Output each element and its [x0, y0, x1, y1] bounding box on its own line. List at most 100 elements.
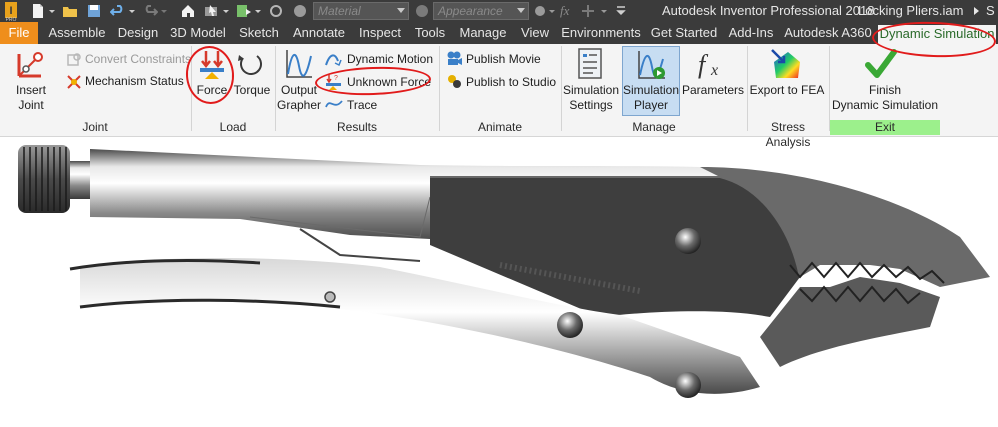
tab-autodesk-a360[interactable]: Autodesk A360: [782, 22, 874, 44]
simulation-settings-icon: [578, 48, 602, 79]
convert-constraints-button[interactable]: Convert Constraints: [85, 52, 191, 67]
torque-button[interactable]: Torque: [232, 83, 272, 98]
update-dropdown-icon[interactable]: [254, 3, 262, 19]
tab-environments[interactable]: Environments: [559, 22, 643, 44]
tab-view[interactable]: View: [517, 22, 553, 44]
dynamic-motion-icon: [325, 54, 342, 67]
svg-text:x: x: [710, 62, 718, 79]
undo-icon[interactable]: [110, 3, 126, 19]
joint-group-label: Joint: [82, 120, 108, 134]
tab-get-started[interactable]: Get Started: [648, 22, 720, 44]
inventor-logo-icon[interactable]: I PRO: [2, 0, 22, 22]
open-folder-icon[interactable]: [62, 3, 78, 19]
chevron-down-icon: [517, 8, 525, 13]
adjust-icon[interactable]: [532, 3, 548, 19]
tab-design[interactable]: Design: [114, 22, 162, 44]
sphere-icon[interactable]: [292, 3, 308, 19]
simulation-player-line-1: Simulation: [623, 83, 680, 97]
export-to-fea-button[interactable]: Export to FEA: [748, 83, 826, 98]
group-divider: [439, 46, 440, 131]
mechanism-status-icon: [67, 75, 81, 89]
output-grapher-icon: [286, 50, 312, 78]
tab-annotate[interactable]: Annotate: [288, 22, 350, 44]
title-arrow-icon[interactable]: [972, 3, 980, 19]
publish-movie-button[interactable]: Publish Movie: [466, 52, 541, 67]
update-icon[interactable]: [236, 3, 252, 19]
redo-icon[interactable]: [142, 3, 158, 19]
output-grapher-button[interactable]: Output Grapher: [276, 83, 322, 113]
ribbon-tab-bar: File Assemble Design 3D Model Sketch Ann…: [0, 22, 998, 44]
plus-icon[interactable]: [580, 3, 596, 19]
convert-constraints-icon: [67, 53, 81, 66]
app-title: Autodesk Inventor Professional 2018: [662, 3, 875, 18]
insert-joint-icon: [17, 52, 43, 78]
svg-text:f: f: [698, 50, 709, 79]
publish-movie-icon: [447, 51, 462, 65]
publish-to-studio-button[interactable]: Publish to Studio: [466, 75, 556, 90]
simulation-settings-line-1: Simulation: [562, 83, 620, 97]
rivet: [675, 228, 701, 254]
trace-icon: [325, 100, 343, 108]
tab-sketch[interactable]: Sketch: [236, 22, 282, 44]
plus-dropdown-icon[interactable]: [600, 3, 608, 19]
tab-tools[interactable]: Tools: [411, 22, 449, 44]
export-to-fea-icon: [771, 49, 800, 78]
exit-group-label: Exit: [830, 120, 940, 135]
new-file-icon[interactable]: [30, 3, 46, 19]
checkmark-icon: [865, 49, 897, 78]
document-title: Locking Pliers.iam: [858, 3, 964, 18]
appearance-dropdown[interactable]: Appearance: [433, 2, 529, 20]
adjust-dropdown-icon[interactable]: [548, 3, 556, 19]
trace-button[interactable]: Trace: [347, 98, 377, 113]
insert-joint-button[interactable]: Insert Joint: [2, 83, 60, 113]
parameters-fx-icon[interactable]: fx: [560, 0, 569, 22]
ribbon-panel-area: Insert Joint Convert Constraints Mechani…: [0, 44, 998, 149]
simulation-player-button[interactable]: Simulation Player: [622, 46, 680, 116]
rivet: [557, 312, 583, 338]
customize-qat-icon[interactable]: [616, 3, 626, 19]
output-grapher-line-2: Grapher: [276, 98, 322, 112]
save-icon[interactable]: [86, 3, 102, 19]
select-dropdown-icon[interactable]: [222, 3, 230, 19]
manage-group-label: Manage: [632, 120, 676, 134]
torque-icon: [238, 55, 262, 75]
simulation-player-label: Simulation Player: [623, 83, 679, 113]
home-icon[interactable]: [180, 3, 196, 19]
chevron-down-icon: [397, 8, 405, 13]
load-group-label: Load: [219, 120, 247, 134]
search-box-overflow[interactable]: S: [986, 0, 995, 22]
rivet: [675, 372, 701, 398]
select-icon[interactable]: [204, 3, 220, 19]
tab-3d-model[interactable]: 3D Model: [166, 22, 230, 44]
results-group-label: Results: [336, 120, 377, 134]
output-grapher-line-1: Output: [280, 83, 318, 97]
svg-text:I: I: [9, 5, 12, 17]
finish-dynamic-simulation-button[interactable]: Finish Dynamic Simulation: [830, 83, 940, 113]
parameters-fx-ribbon-icon: f x: [698, 50, 718, 79]
tab-add-ins[interactable]: Add-Ins: [726, 22, 776, 44]
simulation-settings-button[interactable]: Simulation Settings: [562, 83, 620, 113]
simulation-player-line-2: Player: [633, 98, 668, 112]
new-dropdown-icon[interactable]: [48, 3, 56, 19]
dynamic-motion-button[interactable]: Dynamic Motion: [347, 52, 433, 67]
mechanism-status-button[interactable]: Mechanism Status: [85, 74, 184, 89]
parameters-button[interactable]: Parameters: [682, 83, 744, 98]
measure-icon[interactable]: [268, 3, 284, 19]
locking-pliers-model: [18, 145, 990, 398]
material-dropdown[interactable]: Material: [313, 2, 409, 20]
material-dropdown-text: Material: [318, 4, 361, 18]
appearance-dropdown-text: Appearance: [438, 4, 503, 18]
tab-manage[interactable]: Manage: [455, 22, 511, 44]
undo-dropdown-icon[interactable]: [128, 3, 136, 19]
tab-inspect[interactable]: Inspect: [355, 22, 405, 44]
adjustment-knob: [18, 145, 92, 213]
simulation-player-icon: [638, 51, 665, 79]
tab-assemble[interactable]: Assemble: [44, 22, 110, 44]
simulation-settings-line-2: Settings: [569, 98, 613, 112]
tab-file[interactable]: File: [0, 22, 38, 44]
animate-group-label: Animate: [477, 120, 523, 134]
redo-dropdown-icon[interactable]: [160, 3, 168, 19]
stress-analysis-group-label: Stress Analysis: [765, 120, 811, 149]
appearance-sphere-icon[interactable]: [414, 3, 430, 19]
finish-line-2: Dynamic Simulation: [831, 98, 939, 112]
